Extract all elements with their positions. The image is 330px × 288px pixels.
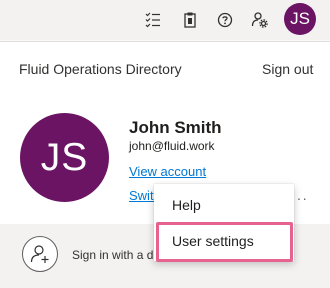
user-email: john@fluid.work bbox=[129, 139, 215, 153]
sign-out-link[interactable]: Sign out bbox=[262, 61, 313, 77]
help-icon[interactable] bbox=[213, 8, 237, 32]
profile-avatar: JS bbox=[20, 113, 109, 202]
checklist-icon[interactable] bbox=[141, 8, 165, 32]
user-name: John Smith bbox=[129, 118, 222, 137]
avatar[interactable]: JS bbox=[284, 3, 316, 35]
menu-item-help[interactable]: Help bbox=[154, 188, 294, 222]
settings-people-icon[interactable] bbox=[248, 8, 272, 32]
add-person-icon bbox=[22, 236, 58, 272]
org-name: Fluid Operations Directory bbox=[19, 61, 182, 77]
sign-in-text: Sign in with a d bbox=[72, 248, 154, 262]
top-bar: JS bbox=[0, 0, 330, 40]
highlight-box bbox=[156, 222, 293, 262]
view-account-link[interactable]: View account bbox=[129, 164, 206, 179]
clipboard-icon[interactable] bbox=[178, 8, 202, 32]
